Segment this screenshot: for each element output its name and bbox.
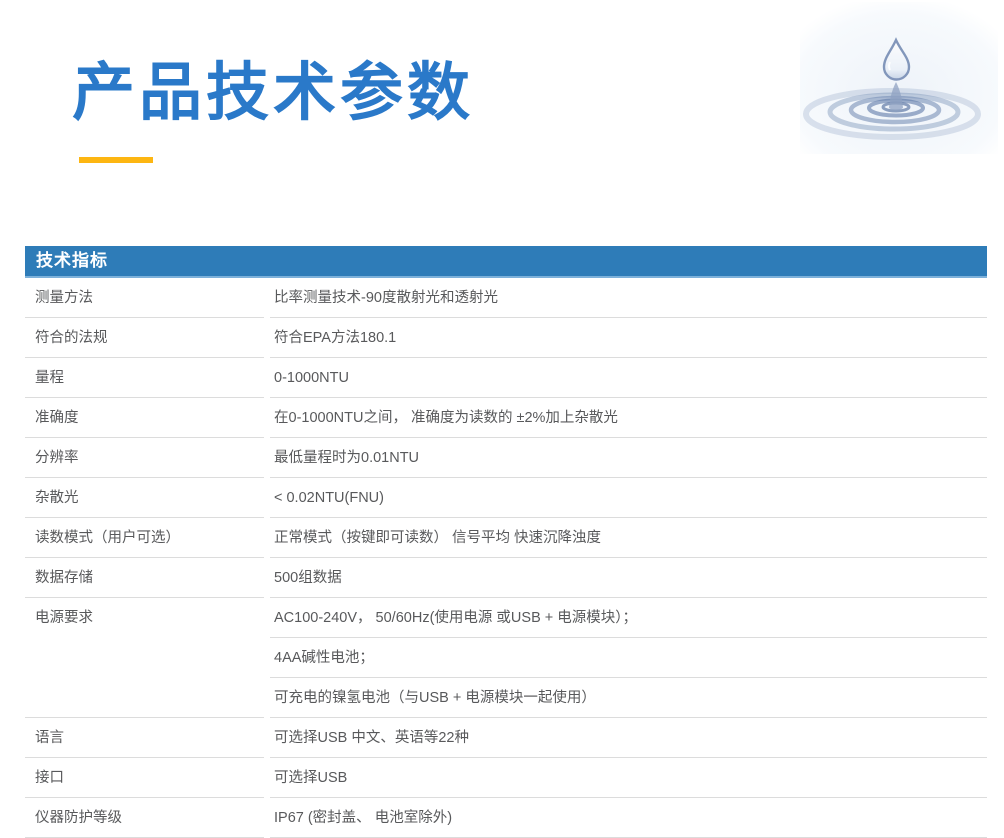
spec-label: 读数模式（用户可选） <box>25 518 264 558</box>
spec-label: 测量方法 <box>25 278 264 318</box>
spec-value-group: IP67 (密封盖、 电池室除外) <box>270 798 987 838</box>
table-row: 接口可选择USB <box>25 758 987 798</box>
spec-value-group: 可选择USB <box>270 758 987 798</box>
spec-label: 电源要求 <box>25 598 264 718</box>
spec-value: 最低量程时为0.01NTU <box>270 438 987 478</box>
title-accent-bar <box>79 157 153 163</box>
spec-value: 可选择USB <box>270 758 987 798</box>
table-row: 读数模式（用户可选）正常模式（按键即可读数） 信号平均 快速沉降浊度 <box>25 518 987 558</box>
spec-label: 分辨率 <box>25 438 264 478</box>
table-row: 测量方法比率测量技术-90度散射光和透射光 <box>25 278 987 318</box>
water-drop-ripple-icon <box>800 2 998 154</box>
spec-value: IP67 (密封盖、 电池室除外) <box>270 798 987 838</box>
table-row: 符合的法规符合EPA方法180.1 <box>25 318 987 358</box>
spec-value: 符合EPA方法180.1 <box>270 318 987 358</box>
table-body: 测量方法比率测量技术-90度散射光和透射光符合的法规符合EPA方法180.1量程… <box>25 278 987 838</box>
table-row: 量程0-1000NTU <box>25 358 987 398</box>
page-title: 产品技术参数 <box>72 42 474 133</box>
spec-value: 比率测量技术-90度散射光和透射光 <box>270 278 987 318</box>
spec-value: 正常模式（按键即可读数） 信号平均 快速沉降浊度 <box>270 518 987 558</box>
spec-label: 数据存储 <box>25 558 264 598</box>
spec-value-group: < 0.02NTU(FNU) <box>270 478 987 518</box>
spec-value: 500组数据 <box>270 558 987 598</box>
spec-value: 可选择USB 中文、英语等22种 <box>270 718 987 758</box>
spec-value-group: 正常模式（按键即可读数） 信号平均 快速沉降浊度 <box>270 518 987 558</box>
spec-value: 0-1000NTU <box>270 358 987 398</box>
spec-label: 接口 <box>25 758 264 798</box>
water-drop-image <box>800 2 998 154</box>
spec-label: 杂散光 <box>25 478 264 518</box>
table-row: 语言可选择USB 中文、英语等22种 <box>25 718 987 758</box>
spec-value-group: 符合EPA方法180.1 <box>270 318 987 358</box>
table-header: 技术指标 <box>25 246 987 278</box>
table-row: 电源要求AC100-240V， 50/60Hz(使用电源 或USB + 电源模块… <box>25 598 987 718</box>
spec-value-group: 最低量程时为0.01NTU <box>270 438 987 478</box>
spec-value-group: AC100-240V， 50/60Hz(使用电源 或USB + 电源模块）；4A… <box>270 598 987 718</box>
spec-value-group: 500组数据 <box>270 558 987 598</box>
spec-value: 4AA碱性电池； <box>270 638 987 678</box>
spec-value-group: 比率测量技术-90度散射光和透射光 <box>270 278 987 318</box>
table-row: 仪器防护等级IP67 (密封盖、 电池室除外) <box>25 798 987 838</box>
spec-value-group: 0-1000NTU <box>270 358 987 398</box>
table-row: 杂散光< 0.02NTU(FNU) <box>25 478 987 518</box>
spec-value: AC100-240V， 50/60Hz(使用电源 或USB + 电源模块）； <box>270 598 987 638</box>
spec-value: 在0-1000NTU之间， 准确度为读数的 ±2%加上杂散光 <box>270 398 987 438</box>
spec-label: 仪器防护等级 <box>25 798 264 838</box>
spec-table: 技术指标 测量方法比率测量技术-90度散射光和透射光符合的法规符合EPA方法18… <box>25 246 987 838</box>
spec-value: < 0.02NTU(FNU) <box>270 478 987 518</box>
spec-label: 语言 <box>25 718 264 758</box>
spec-label: 量程 <box>25 358 264 398</box>
spec-value-group: 在0-1000NTU之间， 准确度为读数的 ±2%加上杂散光 <box>270 398 987 438</box>
table-row: 数据存储500组数据 <box>25 558 987 598</box>
table-row: 分辨率最低量程时为0.01NTU <box>25 438 987 478</box>
spec-label: 符合的法规 <box>25 318 264 358</box>
spec-value: 可充电的镍氢电池（与USB + 电源模块一起使用） <box>270 678 987 718</box>
spec-value-group: 可选择USB 中文、英语等22种 <box>270 718 987 758</box>
spec-label: 准确度 <box>25 398 264 438</box>
table-row: 准确度在0-1000NTU之间， 准确度为读数的 ±2%加上杂散光 <box>25 398 987 438</box>
